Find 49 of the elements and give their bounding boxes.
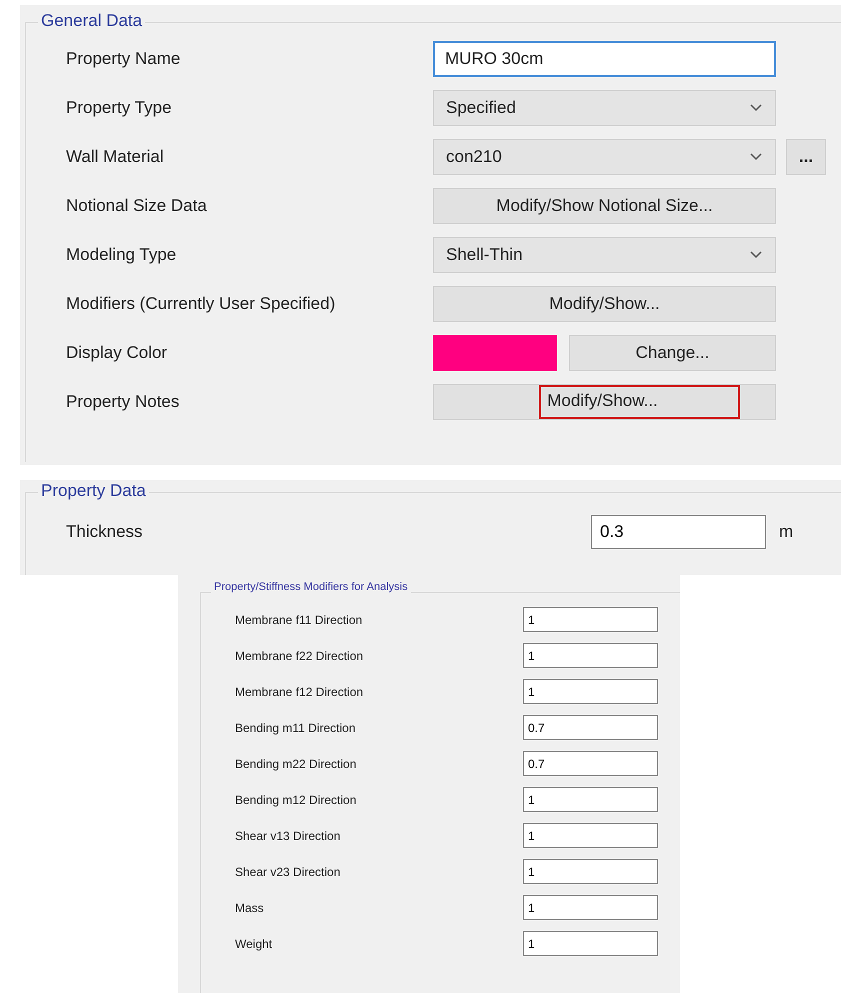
- dropdown[interactable]: Shell-Thin: [433, 237, 776, 273]
- property-name-field[interactable]: MURO 30cm: [433, 41, 776, 77]
- chevron-down-icon: [749, 152, 763, 162]
- dropdown-value: Shell-Thin: [446, 245, 523, 265]
- field-label: Bending m22 Direction: [235, 756, 358, 770]
- group-title: Property Data: [38, 481, 149, 501]
- field-label: Membrane f22 Direction: [235, 648, 364, 662]
- chevron-down-icon: [749, 250, 763, 260]
- modify-button[interactable]: Modify/Show...: [433, 384, 776, 420]
- modifier-field[interactable]: 0.7: [523, 751, 658, 776]
- browse-button[interactable]: ...: [786, 139, 826, 175]
- field-label: Modeling Type: [66, 245, 178, 265]
- modify-button[interactable]: Modify/Show Notional Size...: [433, 188, 776, 224]
- field-label: Bending m12 Direction: [235, 792, 358, 806]
- dropdown[interactable]: con210: [433, 139, 776, 175]
- modifier-field[interactable]: 1: [523, 787, 658, 812]
- dropdown[interactable]: Specified: [433, 90, 776, 126]
- field-label: Mass: [235, 900, 265, 914]
- modifier-field[interactable]: 1: [523, 643, 658, 668]
- field-label: Weight: [235, 936, 274, 950]
- field-label: Thickness: [66, 522, 144, 542]
- field-label: Display Color: [66, 343, 168, 363]
- field-label: Bending m11 Direction: [235, 720, 357, 734]
- modifier-field[interactable]: 0.7: [523, 715, 658, 740]
- field-label: Shear v23 Direction: [235, 864, 342, 878]
- field-label: Property Name: [66, 49, 182, 69]
- group-title: Property/Stiffness Modifiers for Analysis: [211, 581, 411, 593]
- field-label: Shear v13 Direction: [235, 828, 342, 842]
- field-label: Wall Material: [66, 147, 165, 167]
- modify-button[interactable]: Modify/Show...: [433, 286, 776, 322]
- change-button[interactable]: Change...: [569, 335, 776, 371]
- field-label: Membrane f12 Direction: [235, 684, 364, 698]
- chevron-down-icon: [749, 103, 763, 113]
- field-label: Membrane f11 Direction: [235, 612, 364, 626]
- field-label: Modifiers (Currently User Specified): [66, 294, 336, 314]
- unit-label: m: [779, 522, 794, 542]
- dropdown-value: Specified: [446, 98, 516, 118]
- modifier-field[interactable]: 1: [523, 895, 658, 920]
- thickness-field[interactable]: 0.3: [591, 515, 766, 549]
- modifier-field[interactable]: 1: [523, 607, 658, 632]
- color-swatch[interactable]: [433, 335, 557, 371]
- field-label: Property Notes: [66, 392, 180, 412]
- modifier-field[interactable]: 1: [523, 823, 658, 848]
- field-label: Notional Size Data: [66, 196, 208, 216]
- field-label: Property Type: [66, 98, 173, 118]
- dropdown-value: con210: [446, 147, 502, 167]
- modifier-field[interactable]: 1: [523, 859, 658, 884]
- modifier-field[interactable]: 1: [523, 931, 658, 956]
- modifier-field[interactable]: 1: [523, 679, 658, 704]
